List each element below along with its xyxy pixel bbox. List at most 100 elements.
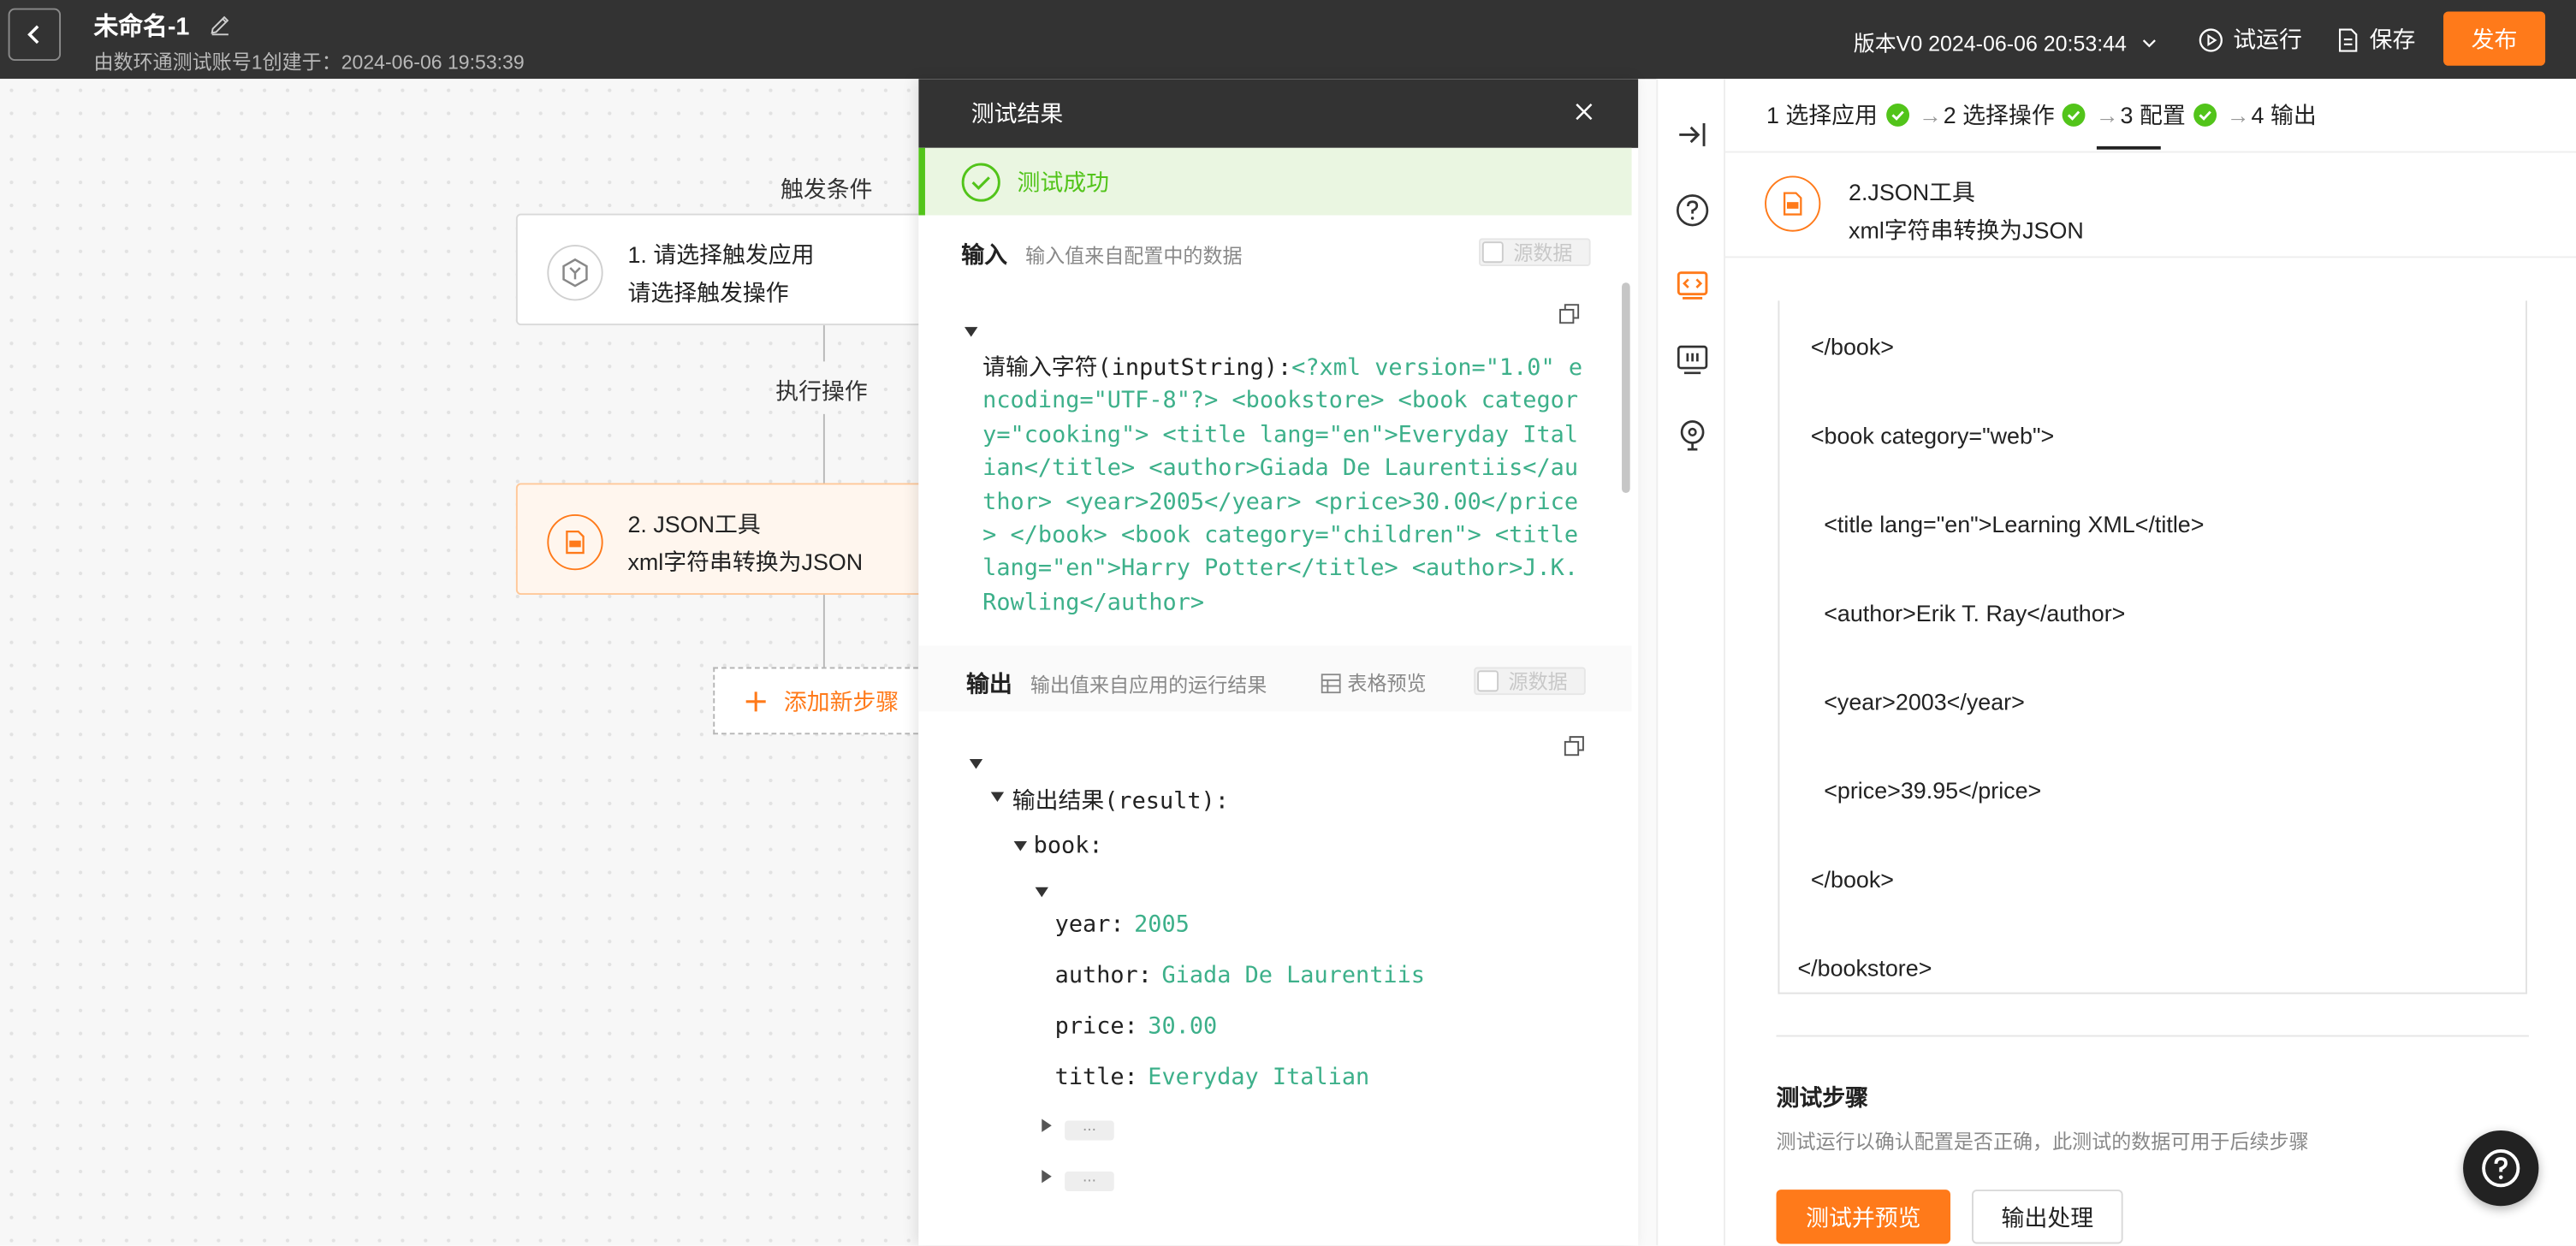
play-circle-icon xyxy=(2199,27,2223,51)
expand-toggle-icon[interactable] xyxy=(1042,1170,1052,1184)
trial-run-label: 试运行 xyxy=(2233,26,2302,53)
xml-line: <year>2003</year> xyxy=(1824,688,2025,715)
json-tool-node[interactable]: 2. JSON工具 xml字符串转换为JSON xyxy=(515,483,927,596)
test-result-title: 测试结果 xyxy=(970,100,1064,127)
trial-run-button[interactable]: 试运行 xyxy=(2199,23,2302,56)
close-icon[interactable] xyxy=(1572,100,1595,123)
toggle-knob xyxy=(1481,241,1504,264)
input-scrollbar[interactable] xyxy=(1622,282,1630,493)
input-string-key: 请输入字符(inputString): xyxy=(982,354,1292,382)
expand-toggle-icon[interactable] xyxy=(1042,1118,1052,1132)
result-key: 输出结果(result): xyxy=(1012,788,1229,816)
add-step-button[interactable]: 添加新步骤 xyxy=(713,667,944,735)
connector-line xyxy=(822,595,825,668)
copy-icon[interactable] xyxy=(1558,302,1581,325)
document-subtitle: 由数环通测试账号1创建于：2024-06-06 19:53:39 xyxy=(93,50,525,74)
code-config-icon[interactable] xyxy=(1674,266,1710,302)
json-field-price: price: 30.00 xyxy=(1055,1014,1218,1041)
toggle-label: 源数据 xyxy=(1513,241,1573,265)
divider xyxy=(1776,1035,2529,1037)
field-value: 30.00 xyxy=(1148,1013,1218,1041)
side-icon-strip xyxy=(1656,79,1725,1246)
table-icon xyxy=(1321,673,1341,693)
field-key: title: xyxy=(1054,1065,1138,1091)
xml-line: <author>Erik T. Ray</author> xyxy=(1824,599,2126,626)
help-float-button[interactable] xyxy=(2463,1130,2539,1207)
trigger-node-subtitle: 请选择触发操作 xyxy=(627,279,789,306)
collapse-toggle-icon[interactable] xyxy=(965,327,978,337)
connector-line xyxy=(822,413,825,484)
output-section-title: 输出 xyxy=(965,670,1012,697)
output-processing-button[interactable]: 输出处理 xyxy=(1972,1190,2123,1244)
test-and-preview-button[interactable]: 测试并预览 xyxy=(1776,1190,1951,1244)
check-circle-icon xyxy=(2193,103,2217,127)
version-label: 版本V0 2024-06-06 20:53:44 xyxy=(1853,31,2127,56)
chevron-left-icon xyxy=(27,25,39,44)
step-tab-4[interactable]: 4 输出 xyxy=(2252,98,2317,131)
json-file-icon xyxy=(1783,192,1802,216)
hexagon-icon xyxy=(562,258,588,288)
connector-line xyxy=(822,325,825,362)
test-step-description: 测试运行以确认配置是否正确，此测试的数据可用于后续步骤 xyxy=(1776,1130,2309,1154)
add-step-label: 添加新步骤 xyxy=(783,687,899,715)
collapse-toggle-icon[interactable] xyxy=(1035,887,1048,898)
xml-input-field[interactable]: </book> <book category="web"> <title lan… xyxy=(1778,300,2527,994)
flow-canvas[interactable]: 触发条件 1. 请选择触发应用 请选择触发操作 执行操作 2. JSON工具 x… xyxy=(0,79,944,1246)
json-field-author: author: Giada De Laurentiis xyxy=(1055,963,1425,989)
version-selector[interactable]: 版本V0 2024-06-06 20:53:44 xyxy=(1854,27,2160,57)
active-step-underline xyxy=(2096,145,2161,150)
back-button[interactable] xyxy=(8,8,62,62)
xml-line: <book category="web"> xyxy=(1810,422,2055,449)
copy-icon[interactable] xyxy=(1563,734,1586,757)
idea-bulb-icon[interactable] xyxy=(1674,418,1710,454)
test-result-panel: 测试结果 测试成功 输入 输入值来自配置中的数据 源数据 请输入字符(input… xyxy=(918,79,1639,1246)
trigger-app-icon xyxy=(547,245,603,301)
output-raw-data-toggle[interactable]: 源数据 xyxy=(1474,667,1586,696)
execute-action-label: 执行操作 xyxy=(775,377,868,405)
collapsed-item[interactable]: ... xyxy=(1065,1118,1114,1141)
field-value: Giada De Laurentiis xyxy=(1161,963,1425,989)
input-section-title: 输入 xyxy=(961,241,1007,268)
success-text: 测试成功 xyxy=(1017,168,1109,195)
json-field-year: year: 2005 xyxy=(1055,912,1190,939)
config-node-header: 2.JSON工具 xml字符串转换为JSON xyxy=(1725,151,2576,258)
help-icon[interactable] xyxy=(1674,193,1710,228)
document-icon xyxy=(2339,27,2358,51)
toggle-label: 源数据 xyxy=(1508,670,1568,694)
input-raw-data-toggle[interactable]: 源数据 xyxy=(1479,238,1591,267)
publish-button[interactable]: 发布 xyxy=(2443,11,2546,66)
step-tab-1[interactable]: 1 选择应用 xyxy=(1766,98,1878,131)
json-tool-icon xyxy=(1765,175,1821,232)
json-tool-icon xyxy=(547,513,603,571)
arrow-right-icon: → xyxy=(1918,102,1942,128)
collapsed-item[interactable]: ... xyxy=(1065,1169,1114,1191)
config-node-subtitle: xml字符串转换为JSON xyxy=(1849,217,2084,244)
json-file-icon xyxy=(566,530,585,555)
step-tab-2[interactable]: 2 选择操作 xyxy=(1944,98,2055,131)
edit-icon[interactable] xyxy=(209,13,232,36)
save-button[interactable]: 保存 xyxy=(2336,23,2415,56)
step-tabs: 1 选择应用 → 2 选择操作 → 3 配置 → 4 输出 xyxy=(1766,98,2317,131)
arrow-right-icon: → xyxy=(2226,102,2250,128)
trigger-node[interactable]: 1. 请选择触发应用 请选择触发操作 xyxy=(515,213,927,326)
input-string-text: <?xml version="1.0" encoding="UTF-8"?> <… xyxy=(982,354,1593,616)
field-key: year: xyxy=(1054,911,1125,939)
json-field-title: title: Everyday Italian xyxy=(1055,1065,1370,1091)
monitor-log-icon[interactable] xyxy=(1674,341,1710,377)
table-preview-label: 表格预览 xyxy=(1347,672,1427,696)
step-tab-3[interactable]: 3 配置 xyxy=(2121,98,2186,131)
check-circle-icon xyxy=(2063,103,2086,127)
plus-icon xyxy=(745,691,766,711)
collapse-toggle-icon[interactable] xyxy=(1013,841,1027,851)
check-circle-icon xyxy=(1885,103,1909,127)
collapse-toggle-icon[interactable] xyxy=(990,792,1005,802)
json-tool-node-title: 2. JSON工具 xyxy=(627,511,761,537)
field-value: 2005 xyxy=(1134,911,1190,939)
collapse-toggle-icon[interactable] xyxy=(969,759,983,769)
check-circle-icon xyxy=(961,162,1000,201)
collapse-panel-icon[interactable] xyxy=(1674,116,1710,152)
chevron-down-icon xyxy=(2143,39,2157,47)
table-preview-button[interactable]: 表格预览 xyxy=(1321,668,1427,697)
output-section-hint: 输出值来自应用的运行结果 xyxy=(1030,673,1267,697)
xml-line: </bookstore> xyxy=(1797,954,1932,982)
